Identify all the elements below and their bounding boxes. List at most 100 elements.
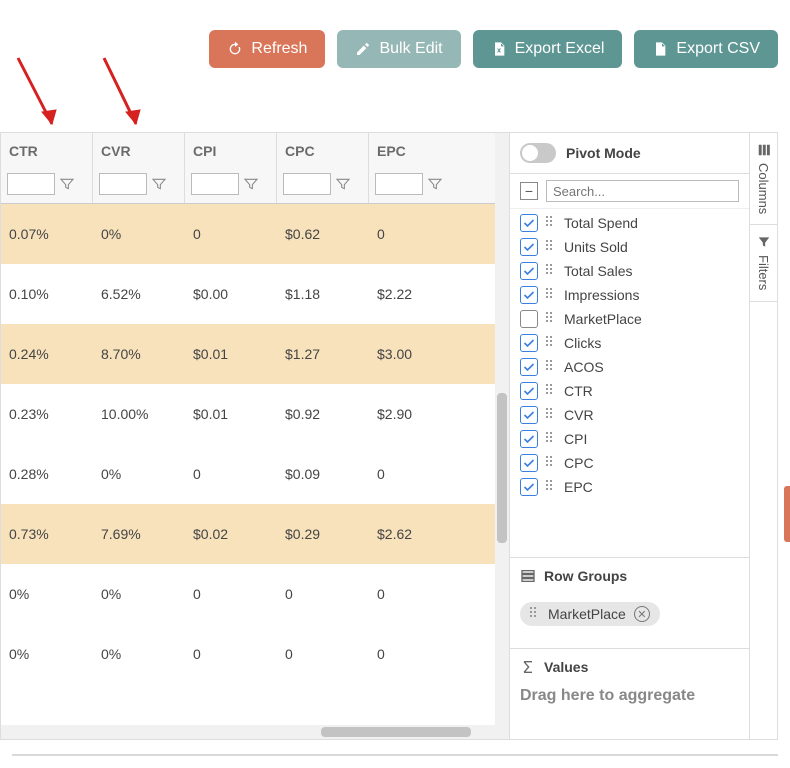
horizontal-scrollbar[interactable] bbox=[1, 725, 495, 739]
table-row[interactable]: 0.23%10.00%$0.01$0.92$2.90 bbox=[1, 384, 495, 444]
drag-handle-icon[interactable] bbox=[546, 408, 556, 422]
drag-handle-icon[interactable] bbox=[546, 336, 556, 350]
horizontal-scrollbar-thumb[interactable] bbox=[321, 727, 471, 737]
drag-handle-icon[interactable] bbox=[546, 432, 556, 446]
action-toolbar: Refresh Bulk Edit Export Excel Export CS… bbox=[209, 30, 778, 68]
column-toggle-ctr[interactable]: CTR bbox=[520, 379, 743, 403]
column-toggle-marketplace[interactable]: MarketPlace bbox=[520, 307, 743, 331]
column-toggle-clicks[interactable]: Clicks bbox=[520, 331, 743, 355]
column-filter-input-epc[interactable] bbox=[375, 173, 423, 195]
table-cell: 0.10% bbox=[1, 286, 93, 302]
column-toggle-acos[interactable]: ACOS bbox=[520, 355, 743, 379]
checkbox[interactable] bbox=[520, 262, 538, 280]
filter-icon[interactable] bbox=[335, 176, 351, 192]
column-toggle-total-sales[interactable]: Total Sales bbox=[520, 259, 743, 283]
refresh-button[interactable]: Refresh bbox=[209, 30, 325, 68]
filter-icon[interactable] bbox=[59, 176, 75, 192]
export-excel-button[interactable]: Export Excel bbox=[473, 30, 623, 68]
table-row[interactable]: 0.10%6.52%$0.00$1.18$2.22 bbox=[1, 264, 495, 324]
table-cell: 0% bbox=[93, 646, 185, 662]
drag-handle-icon[interactable] bbox=[546, 456, 556, 470]
sidepanel-tab-columns[interactable]: Columns bbox=[750, 133, 777, 225]
bulk-edit-button[interactable]: Bulk Edit bbox=[337, 30, 460, 68]
checkbox[interactable] bbox=[520, 406, 538, 424]
checkbox[interactable] bbox=[520, 478, 538, 496]
table-cell: $0.29 bbox=[277, 526, 369, 542]
collapse-all-button[interactable]: − bbox=[520, 182, 538, 200]
column-header-cvr[interactable]: CVR bbox=[93, 133, 184, 169]
table-cell: 0 bbox=[185, 586, 277, 602]
table-cell: $1.18 bbox=[277, 286, 369, 302]
drag-handle-icon[interactable] bbox=[546, 264, 556, 278]
values-body[interactable]: Drag here to aggregate bbox=[510, 681, 749, 739]
column-filter-input-cpc[interactable] bbox=[283, 173, 331, 195]
column-list: Total SpendUnits SoldTotal SalesImpressi… bbox=[510, 209, 749, 557]
table-row[interactable]: 0.07%0%0$0.620 bbox=[1, 204, 495, 264]
drag-handle-icon[interactable] bbox=[546, 480, 556, 494]
drag-handle-icon[interactable] bbox=[546, 312, 556, 326]
vertical-scrollbar-thumb[interactable] bbox=[497, 393, 507, 543]
table-cell: 0 bbox=[277, 646, 369, 662]
table-cell: 0.24% bbox=[1, 346, 93, 362]
table-cell: 0 bbox=[369, 646, 461, 662]
drag-handle-icon[interactable] bbox=[546, 288, 556, 302]
column-toggle-label: CPC bbox=[564, 455, 594, 471]
filter-icon[interactable] bbox=[151, 176, 167, 192]
table-row[interactable]: 0%0%000 bbox=[1, 564, 495, 624]
checkbox[interactable] bbox=[520, 310, 538, 328]
checkbox[interactable] bbox=[520, 334, 538, 352]
column-toggle-cpi[interactable]: CPI bbox=[520, 427, 743, 451]
checkbox[interactable] bbox=[520, 454, 538, 472]
checkbox[interactable] bbox=[520, 382, 538, 400]
table-cell: $0.01 bbox=[185, 346, 277, 362]
checkbox[interactable] bbox=[520, 358, 538, 376]
column-toggle-total-spend[interactable]: Total Spend bbox=[520, 211, 743, 235]
pivot-mode-toggle[interactable] bbox=[520, 143, 556, 163]
column-header-cpc[interactable]: CPC bbox=[277, 133, 368, 169]
filter-icon[interactable] bbox=[427, 176, 443, 192]
drag-handle-icon[interactable] bbox=[546, 240, 556, 254]
table-row[interactable]: 0%0%000 bbox=[1, 624, 495, 684]
drag-handle-icon[interactable] bbox=[546, 216, 556, 230]
column-toggle-units-sold[interactable]: Units Sold bbox=[520, 235, 743, 259]
checkbox[interactable] bbox=[520, 238, 538, 256]
row-groups-body[interactable]: MarketPlace ✕ bbox=[510, 590, 749, 648]
drag-handle-icon[interactable] bbox=[530, 607, 540, 621]
table-cell: 0.23% bbox=[1, 406, 93, 422]
pivot-mode-label: Pivot Mode bbox=[566, 145, 641, 161]
table-cell: $2.90 bbox=[369, 406, 461, 422]
table-row[interactable]: 0.73%7.69%$0.02$0.29$2.62 bbox=[1, 504, 495, 564]
checkbox[interactable] bbox=[520, 214, 538, 232]
column-toggle-cpc[interactable]: CPC bbox=[520, 451, 743, 475]
checkbox[interactable] bbox=[520, 430, 538, 448]
column-filter-input-cvr[interactable] bbox=[99, 173, 147, 195]
filter-icon[interactable] bbox=[243, 176, 259, 192]
footer-divider bbox=[12, 754, 778, 756]
column-filter-input-ctr[interactable] bbox=[7, 173, 55, 195]
checkbox[interactable] bbox=[520, 286, 538, 304]
table-row[interactable]: 0.24%8.70%$0.01$1.27$3.00 bbox=[1, 324, 495, 384]
refresh-label: Refresh bbox=[251, 40, 307, 58]
table-cell: 0 bbox=[369, 466, 461, 482]
drag-handle-icon[interactable] bbox=[546, 384, 556, 398]
vertical-scrollbar[interactable] bbox=[495, 133, 509, 739]
remove-chip-button[interactable]: ✕ bbox=[634, 606, 650, 622]
sidepanel-tab-filters[interactable]: Filters bbox=[750, 225, 777, 301]
column-header-ctr[interactable]: CTR bbox=[1, 133, 92, 169]
table-cell: 0% bbox=[1, 646, 93, 662]
column-toggle-epc[interactable]: EPC bbox=[520, 475, 743, 499]
column-toggle-cvr[interactable]: CVR bbox=[520, 403, 743, 427]
column-header-cpi[interactable]: CPI bbox=[185, 133, 276, 169]
column-toggle-label: CPI bbox=[564, 431, 587, 447]
edit-icon bbox=[355, 41, 371, 57]
column-search-input[interactable] bbox=[546, 180, 739, 202]
export-csv-button[interactable]: Export CSV bbox=[634, 30, 778, 68]
column-filter-input-cpi[interactable] bbox=[191, 173, 239, 195]
row-group-chip-marketplace[interactable]: MarketPlace ✕ bbox=[520, 602, 660, 626]
drag-handle-icon[interactable] bbox=[546, 360, 556, 374]
table-cell: $3.00 bbox=[369, 346, 461, 362]
table-row[interactable]: 0.28%0%0$0.090 bbox=[1, 444, 495, 504]
table-cell: 0% bbox=[93, 226, 185, 242]
column-header-epc[interactable]: EPC bbox=[369, 133, 461, 169]
column-toggle-impressions[interactable]: Impressions bbox=[520, 283, 743, 307]
